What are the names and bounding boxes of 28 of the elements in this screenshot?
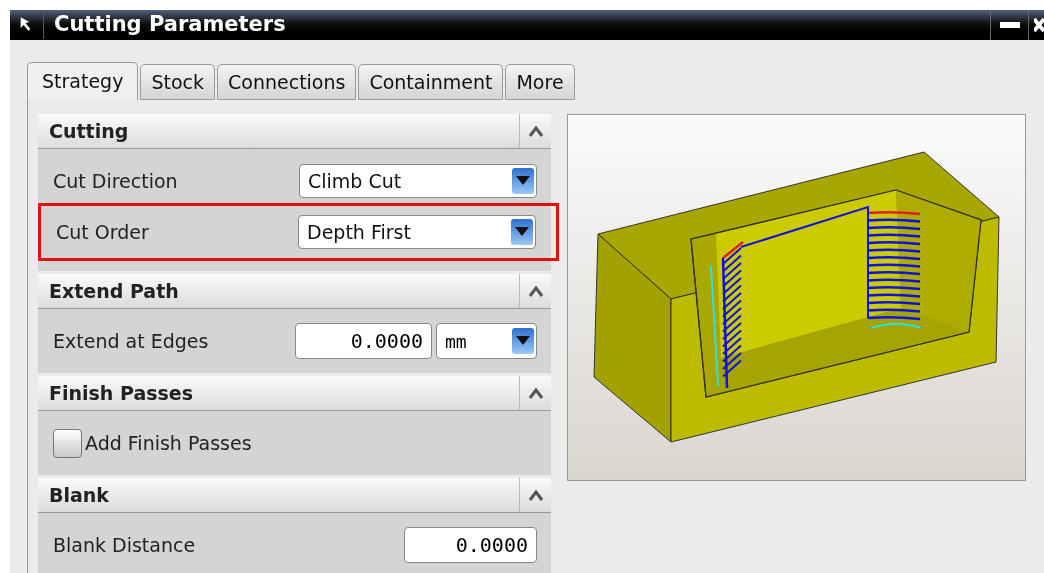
tab[interactable]: More — [505, 64, 575, 100]
collapse-icon[interactable] — [527, 489, 544, 501]
field-label: Blank Distance — [53, 532, 196, 558]
tab[interactable]: Strategy — [27, 62, 139, 100]
field-label: Cut Order — [56, 219, 149, 245]
close-icon — [1034, 15, 1044, 35]
dropdown[interactable]: Climb Cut — [299, 164, 537, 198]
number-field[interactable]: 0.0000 — [404, 527, 537, 563]
minimize-icon — [999, 22, 1020, 28]
tab[interactable]: Connections — [217, 64, 357, 100]
collapse-icon[interactable] — [527, 285, 544, 297]
section-header[interactable]: Cutting — [38, 114, 551, 149]
tab[interactable]: Containment — [358, 64, 504, 100]
field-label: Cut Direction — [53, 168, 178, 194]
dropdown[interactable]: Depth First — [298, 215, 536, 249]
collapse-icon[interactable] — [527, 387, 544, 399]
tab[interactable]: Stock — [140, 64, 215, 100]
checkbox-label: Add Finish Passes — [85, 430, 252, 456]
section-header[interactable]: Blank — [38, 478, 551, 513]
checkbox[interactable] — [53, 428, 82, 458]
field-label: Extend at Edges — [53, 328, 209, 354]
window-title: Cutting Parameters — [54, 11, 287, 39]
close-button[interactable] — [1028, 10, 1044, 40]
unit-dropdown[interactable]: mm — [436, 323, 537, 359]
section-header[interactable]: Extend Path — [38, 274, 551, 309]
number-field[interactable]: 0.0000 — [295, 323, 432, 359]
collapse-icon[interactable] — [527, 125, 544, 137]
section-header[interactable]: Finish Passes — [38, 376, 551, 411]
